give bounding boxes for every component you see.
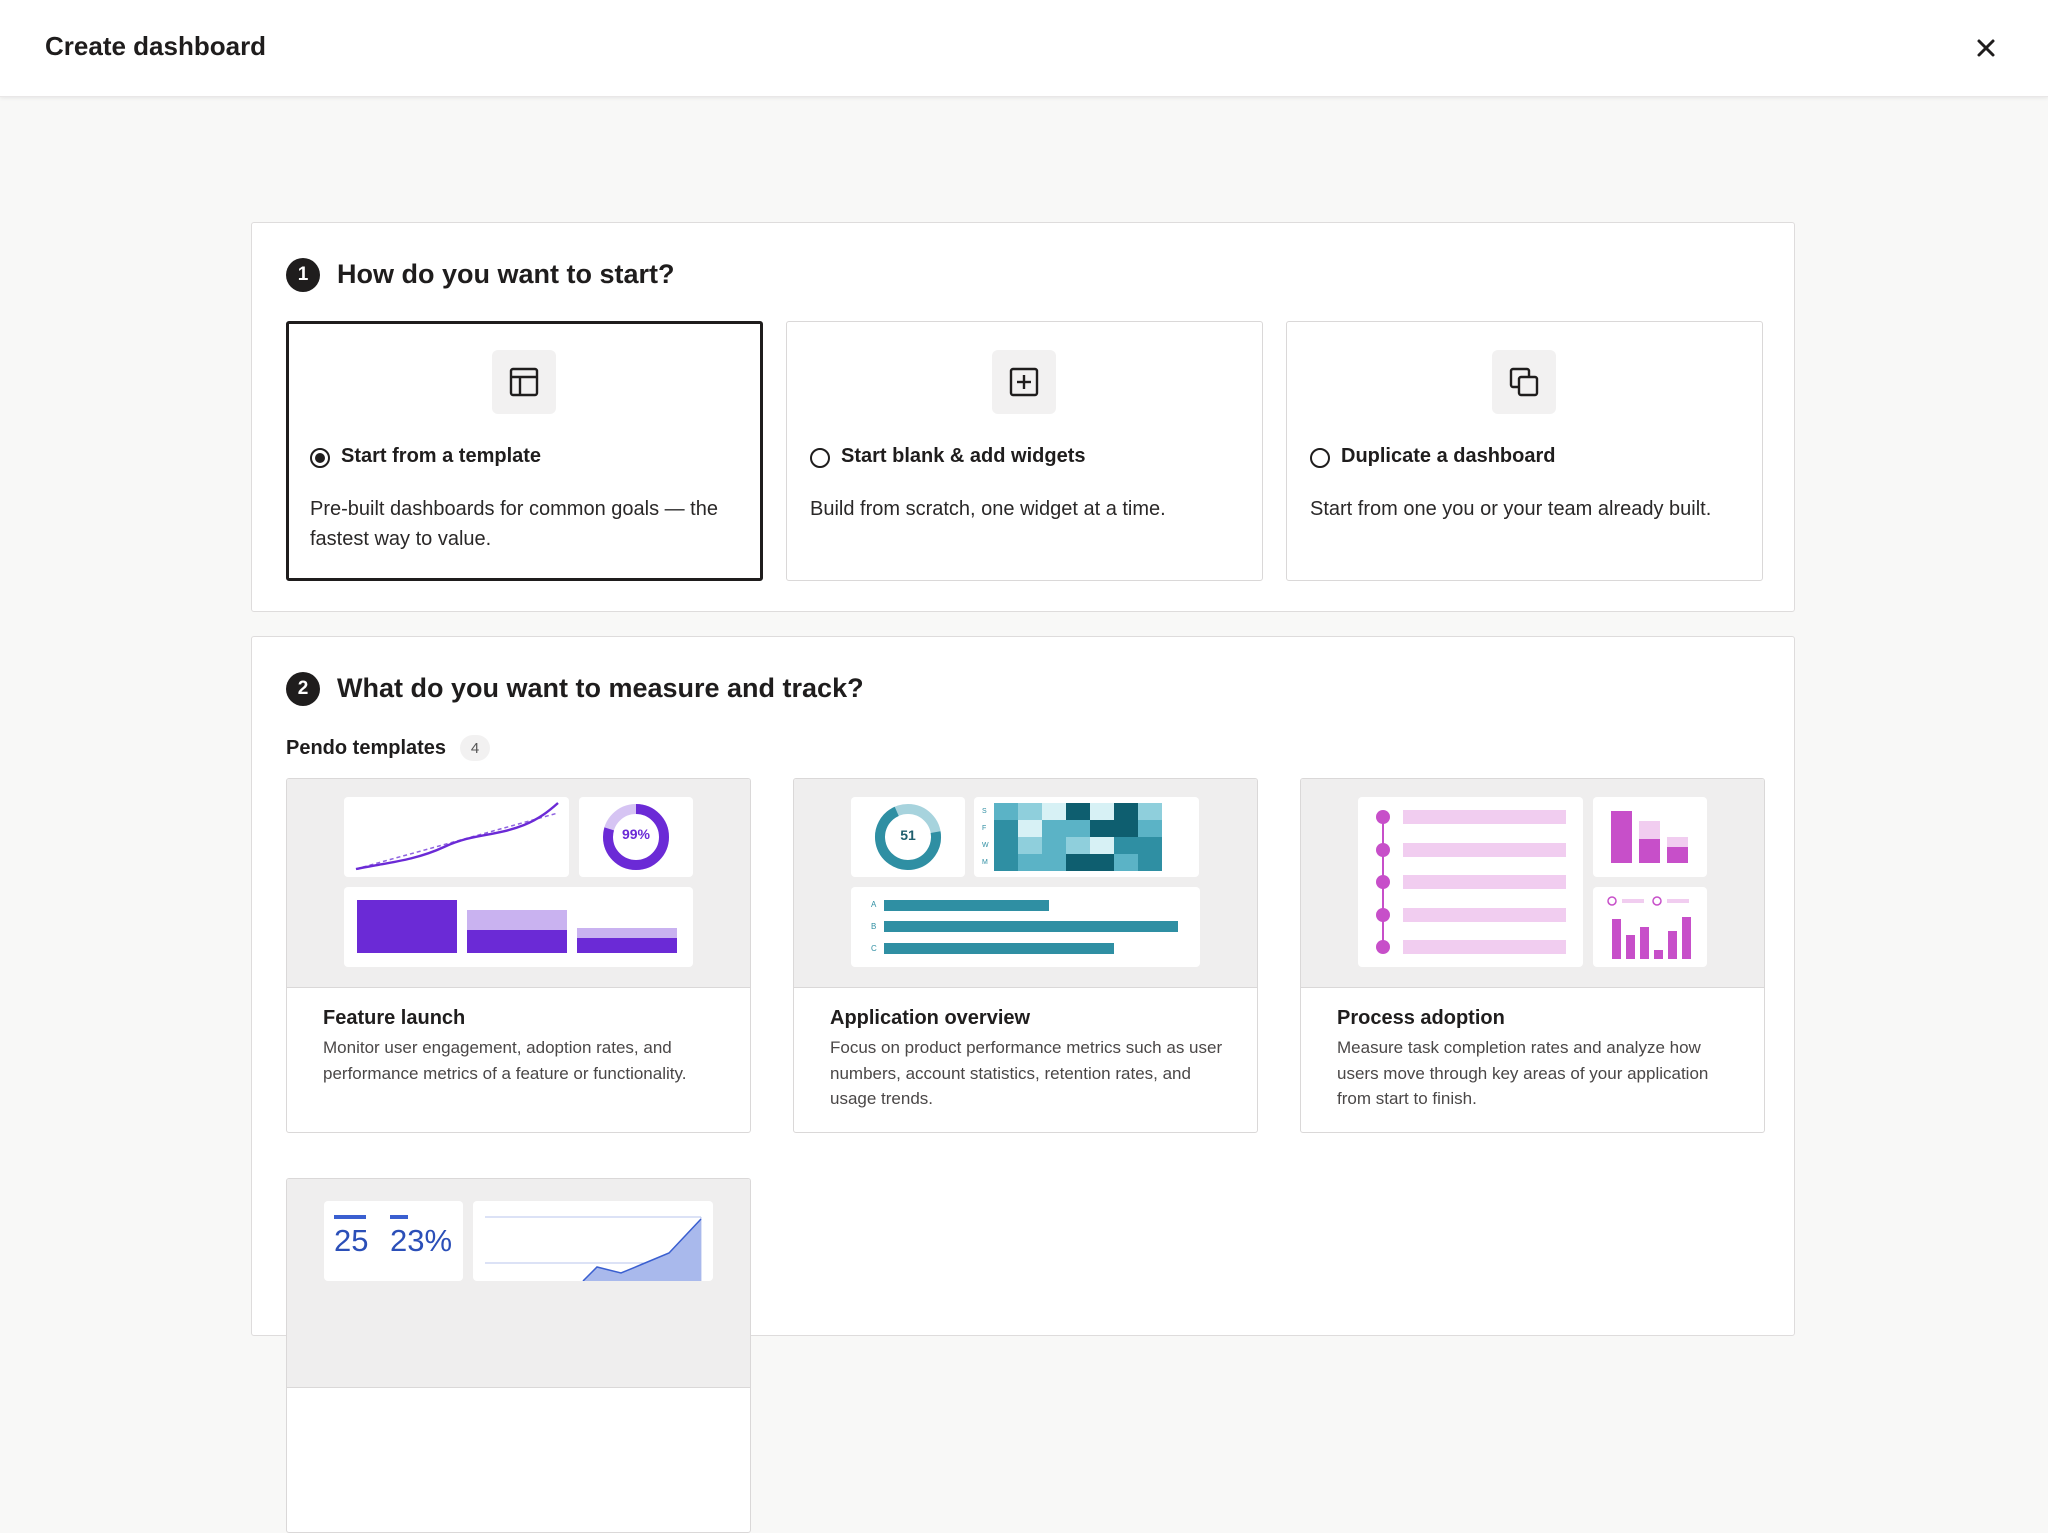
option-description: Build from scratch, one widget at a time…: [810, 498, 1166, 520]
stat-value: 25: [334, 1223, 369, 1258]
radio-button[interactable]: [1310, 448, 1330, 468]
template-card-process-adoption[interactable]: Process adoption Measure task completion…: [1300, 778, 1765, 1133]
measure-section: 2 What do you want to measure and track?…: [251, 636, 1795, 1533]
template-name: Feature launch: [323, 1007, 466, 1029]
area-chart-thumb: [473, 1201, 713, 1282]
template-layout-icon: [509, 367, 539, 397]
template-card-feature-launch[interactable]: 99% Feature launch Monitor user engageme…: [286, 778, 751, 1133]
bar-chart-thumb: [344, 887, 693, 967]
option-start-blank[interactable]: Start blank & add widgets Build from scr…: [786, 321, 1263, 581]
donut-value: 51: [900, 827, 916, 843]
step-number-badge: 1: [286, 258, 320, 292]
template-thumbnail: 25 23%: [287, 1179, 750, 1388]
option-icon-tile: [492, 350, 556, 414]
option-icon-tile: [992, 350, 1056, 414]
process-steps-thumb: [1358, 797, 1583, 967]
section-title: How do you want to start?: [337, 259, 675, 289]
column-chart-thumb: [1593, 887, 1707, 967]
radio-button-selected[interactable]: [310, 448, 330, 468]
template-name: Process adoption: [1337, 1007, 1505, 1029]
template-description: Monitor user engagement, adoption rates,…: [323, 1038, 687, 1083]
template-name: Application overview: [830, 1007, 1031, 1029]
donut-thumb: 51: [851, 797, 965, 877]
template-description: Focus on product performance metrics suc…: [830, 1038, 1223, 1108]
stacked-bar-thumb: [1593, 797, 1707, 877]
donut-thumb: 99%: [579, 797, 693, 877]
template-thumbnail: 99%: [287, 779, 750, 988]
donut-value: 99%: [621, 826, 651, 842]
radio-button[interactable]: [810, 448, 830, 468]
templates-count-badge: 4: [460, 735, 490, 761]
start-method-section: 1 How do you want to start? Start from a…: [251, 222, 1795, 612]
close-icon: [1977, 39, 1995, 57]
page-title: Create dashboard: [45, 31, 267, 61]
option-description: Start from one you or your team already …: [1310, 498, 1712, 520]
close-button[interactable]: [1968, 30, 2004, 66]
plus-square-icon: [1009, 367, 1039, 397]
section-title: What do you want to measure and track?: [337, 673, 864, 703]
template-description: Measure task completion rates and analyz…: [1337, 1038, 1709, 1108]
option-label: Start blank & add widgets: [841, 445, 1086, 467]
stat-value: 23%: [390, 1223, 453, 1258]
copy-icon: [1509, 367, 1539, 397]
heatmap-thumb: S F W M: [974, 797, 1199, 877]
template-thumbnail: [1301, 779, 1764, 988]
template-card-application-overview[interactable]: 51 S F W M A B C Application overview Fo…: [793, 778, 1258, 1133]
templates-heading: Pendo templates: [286, 737, 447, 759]
option-start-from-template[interactable]: Start from a template Pre-built dashboar…: [286, 321, 763, 581]
top-bar: Create dashboard: [0, 0, 2048, 97]
step-number-badge: 2: [286, 672, 320, 706]
option-icon-tile: [1492, 350, 1556, 414]
stats-thumb: 25 23%: [324, 1201, 463, 1281]
option-label: Start from a template: [341, 445, 542, 467]
template-thumbnail: 51 S F W M A B C: [794, 779, 1257, 988]
option-description: Pre-built dashboards for common goals — …: [310, 498, 718, 550]
option-label: Duplicate a dashboard: [1341, 445, 1556, 467]
line-chart-thumb: [344, 797, 569, 877]
option-duplicate-dashboard[interactable]: Duplicate a dashboard Start from one you…: [1286, 321, 1763, 581]
horizontal-bar-thumb: A B C: [851, 887, 1200, 967]
template-card-4[interactable]: 25 23%: [286, 1178, 751, 1533]
